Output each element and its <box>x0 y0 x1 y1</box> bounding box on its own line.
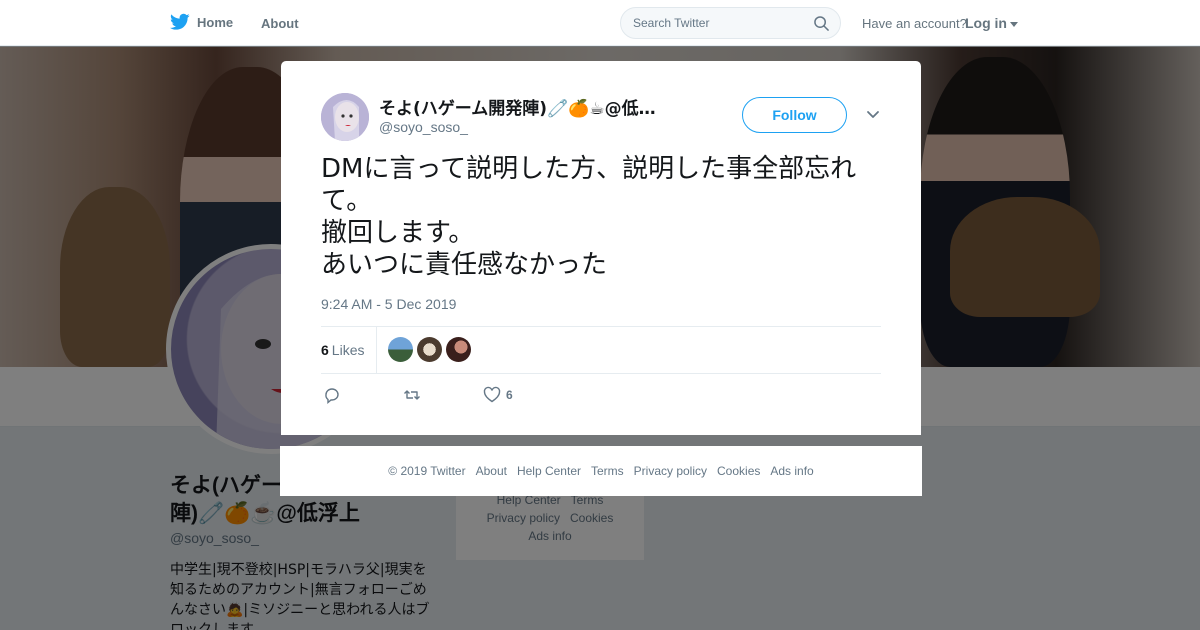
likers-avatars <box>388 337 475 362</box>
tweet-timestamp[interactable]: 9:24 AM - 5 Dec 2019 <box>321 296 456 312</box>
retweet-button[interactable] <box>403 386 421 404</box>
like-count: 6 <box>506 388 513 402</box>
tweet-author-name[interactable]: そよ(ハゲーム開発陣)🧷🍊☕@低… <box>379 94 689 119</box>
retweet-icon <box>404 390 420 400</box>
close-icon[interactable] <box>1154 12 1178 36</box>
liker-avatar[interactable] <box>417 337 442 362</box>
footer-link[interactable]: Ads info <box>770 464 813 478</box>
stats-divider <box>376 327 377 373</box>
footer-link[interactable]: Terms <box>591 464 624 478</box>
top-nav-bar: Home About Have an account? Log in <box>0 0 1200 46</box>
like-button[interactable]: 6 <box>483 386 513 404</box>
likes-count: 6 <box>321 342 329 358</box>
footer-link[interactable]: Privacy policy <box>634 464 707 478</box>
nav-home-link[interactable]: Home <box>170 13 233 31</box>
avatar-illustration <box>321 93 369 141</box>
tweet-stats: 6 Likes <box>321 326 881 374</box>
login-dropdown[interactable]: Log in <box>965 15 1018 31</box>
footer-copyright: © 2019 Twitter <box>388 464 466 478</box>
footer-link[interactable]: Cookies <box>717 464 760 478</box>
likes-stat[interactable]: 6 Likes <box>321 342 364 358</box>
search-icon[interactable] <box>814 16 829 31</box>
login-label: Log in <box>965 15 1007 31</box>
tweet-text: DMに言って説明した方、説明した事全部忘れて。 撤回します。 あいつに責任感なか… <box>321 154 857 280</box>
caret-down-icon <box>1010 21 1018 27</box>
tweet-modal: そよ(ハゲーム開発陣)🧷🍊☕@低… @soyo_soso_ Follow DMに… <box>281 61 921 435</box>
liker-avatar[interactable] <box>446 337 471 362</box>
heart-icon <box>483 386 501 403</box>
footer-link[interactable]: About <box>476 464 507 478</box>
chevron-down-icon[interactable] <box>866 110 880 120</box>
search-input[interactable] <box>621 8 801 38</box>
nav-home-label: Home <box>197 14 234 30</box>
twitter-bird-icon <box>170 13 190 30</box>
liker-avatar[interactable] <box>388 337 413 362</box>
tweet-author-avatar[interactable] <box>321 93 369 141</box>
tweet-author-handle[interactable]: @soyo_soso_ <box>379 119 468 135</box>
footer-link[interactable]: Help Center <box>517 464 581 478</box>
reply-icon <box>325 388 339 404</box>
follow-button[interactable]: Follow <box>742 97 847 133</box>
modal-footer: © 2019 Twitter About Help Center Terms P… <box>280 446 922 496</box>
have-account-text: Have an account? <box>862 16 967 31</box>
reply-button[interactable] <box>323 386 341 404</box>
nav-about-link[interactable]: About <box>261 16 299 31</box>
tweet-actions: 6 <box>321 386 621 406</box>
likes-label: Likes <box>331 342 365 358</box>
search-box <box>620 7 841 39</box>
